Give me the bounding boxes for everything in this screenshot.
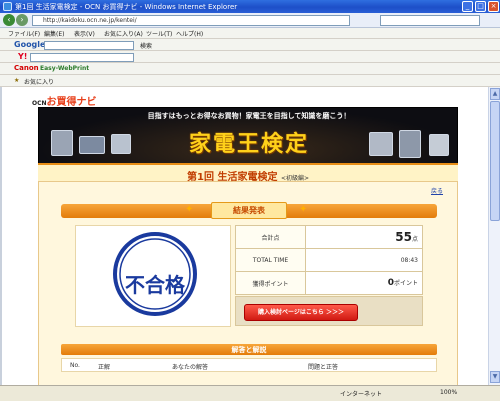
quiz-level: <初級編> xyxy=(280,175,309,182)
favorites-star-icon[interactable]: ★ xyxy=(14,77,19,84)
scroll-down-icon[interactable]: ▼ xyxy=(490,371,500,383)
quiz-title-bar: 第1回 生活家電検定 <初級編> xyxy=(38,163,458,183)
appliance-tv-image xyxy=(79,136,105,154)
menu-bar: ファイル(F) 編集(E) 表示(V) お気に入り(A) ツール(T) ヘルプ(… xyxy=(0,28,500,39)
appliance-fridge-image xyxy=(51,130,73,156)
menu-tools[interactable]: ツール(T) xyxy=(146,29,172,38)
menu-view[interactable]: 表示(V) xyxy=(74,29,95,38)
results-content: 戻る ✦ 結果発表 ✦ 不合格 合計点 55点 TOTAL TIME 08:43 xyxy=(38,182,458,385)
score-row: 合計点 55点 xyxy=(235,225,423,249)
canon-toolbar: Canon Easy-WebPrint xyxy=(0,63,500,75)
close-button[interactable]: × xyxy=(488,1,499,12)
menu-favorites[interactable]: お気に入り(A) xyxy=(104,29,143,38)
ocn-logo[interactable]: OCNお買得ナビ xyxy=(32,93,97,108)
buy-button-area: 購入検討ページはこちら ＞＞＞ xyxy=(235,296,423,326)
ocn-logo-prefix: OCN xyxy=(32,100,47,107)
minimize-button[interactable]: _ xyxy=(462,1,473,12)
ie-icon xyxy=(3,2,12,11)
col-your-answer: あなたの解答 xyxy=(172,364,209,371)
score-unit: 点 xyxy=(411,236,418,243)
results-header: ✦ 結果発表 ✦ xyxy=(61,202,437,219)
right-ornament-icon: ✦ xyxy=(299,204,308,215)
time-label: TOTAL TIME xyxy=(235,248,306,272)
maximize-button[interactable]: □ xyxy=(475,1,486,12)
menu-help[interactable]: ヘルプ(H) xyxy=(176,29,203,38)
appliance-washer-image xyxy=(111,134,131,154)
answers-table-header: No. 正解 あなたの解答 問題と正答 xyxy=(61,358,437,372)
forward-button[interactable]: › xyxy=(16,14,28,26)
results-title: 結果発表 xyxy=(211,202,287,219)
result-stamp-box: 不合格 xyxy=(75,225,231,327)
quiz-title: 第1回 生活家電検定 <初級編> xyxy=(38,168,458,183)
vertical-scrollbar[interactable]: ▲ ▼ xyxy=(488,87,500,385)
points-value-cell: 0ポイント xyxy=(305,271,423,295)
google-search-input[interactable] xyxy=(44,41,134,50)
favorites-label[interactable]: お気に入り xyxy=(24,77,54,86)
scrollbar-thumb[interactable] xyxy=(490,101,500,221)
google-search-button[interactable]: 検索 xyxy=(140,41,152,50)
points-label: 獲得ポイント xyxy=(235,271,306,295)
window-title: 第1回 生活家電検定 - OCN お買得ナビ - Windows Interne… xyxy=(15,3,238,11)
appliance-heater-image xyxy=(429,134,449,156)
security-zone: インターネット xyxy=(340,391,383,398)
live-search-input[interactable] xyxy=(380,15,480,26)
canon-logo: Canon xyxy=(14,64,39,72)
stamp-text: 不合格 xyxy=(125,273,186,297)
left-ornament-icon: ✦ xyxy=(185,204,194,215)
back-button[interactable]: ‹ xyxy=(3,14,15,26)
menu-file[interactable]: ファイル(F) xyxy=(8,29,40,38)
url-input[interactable]: http://kaidoku.ocn.ne.jp/kentei/ xyxy=(32,15,350,26)
menu-edit[interactable]: 編集(E) xyxy=(44,29,64,38)
appliance-cooker-image xyxy=(399,130,421,158)
col-no: No. xyxy=(70,362,80,369)
score-label: 合計点 xyxy=(235,225,306,249)
easy-webprint-button[interactable]: Easy-WebPrint xyxy=(40,65,89,72)
yahoo-logo: Y! xyxy=(18,52,28,61)
page-viewport: OCNお買得ナビ 目指すはもっとお得なお買物！家電王を目指して知識を磨こう！ 家… xyxy=(0,87,488,385)
time-row: TOTAL TIME 08:43 xyxy=(235,248,423,272)
google-toolbar: Google 検索 xyxy=(0,39,500,51)
fail-stamp-icon: 不合格 xyxy=(113,232,197,316)
appliance-drum-washer-image xyxy=(369,132,393,156)
col-question: 問題と正答 xyxy=(308,364,339,371)
score-value: 55 xyxy=(395,230,412,244)
zoom-level[interactable]: 100% xyxy=(440,389,457,396)
time-value: 08:43 xyxy=(305,248,423,272)
answers-title: 解答と解説 xyxy=(231,346,267,354)
back-link[interactable]: 戻る xyxy=(431,186,443,195)
purchase-page-button[interactable]: 購入検討ページはこちら ＞＞＞ xyxy=(244,304,358,321)
answers-header: 解答と解説 xyxy=(61,344,437,355)
score-value-cell: 55点 xyxy=(305,225,423,249)
favorites-bar: ★ お気に入り xyxy=(0,75,500,87)
address-bar: ‹ › http://kaidoku.ocn.ne.jp/kentei/ xyxy=(0,13,500,28)
points-unit: ポイント xyxy=(393,280,418,287)
score-table: 合計点 55点 TOTAL TIME 08:43 獲得ポイント 0ポイント xyxy=(235,225,423,295)
status-bar: インターネット 100% xyxy=(0,385,500,401)
window-title-bar: 第1回 生活家電検定 - OCN お買得ナビ - Windows Interne… xyxy=(0,0,500,13)
points-row: 獲得ポイント 0ポイント xyxy=(235,271,423,295)
banner-tagline: 目指すはもっとお得なお買物！家電王を目指して知識を磨こう！ xyxy=(147,112,351,120)
col-correct: 正解 xyxy=(98,364,111,371)
scroll-up-icon[interactable]: ▲ xyxy=(490,88,500,100)
yahoo-search-input[interactable] xyxy=(30,53,134,62)
google-logo: Google xyxy=(14,40,46,49)
yahoo-toolbar: Y! xyxy=(0,51,500,63)
